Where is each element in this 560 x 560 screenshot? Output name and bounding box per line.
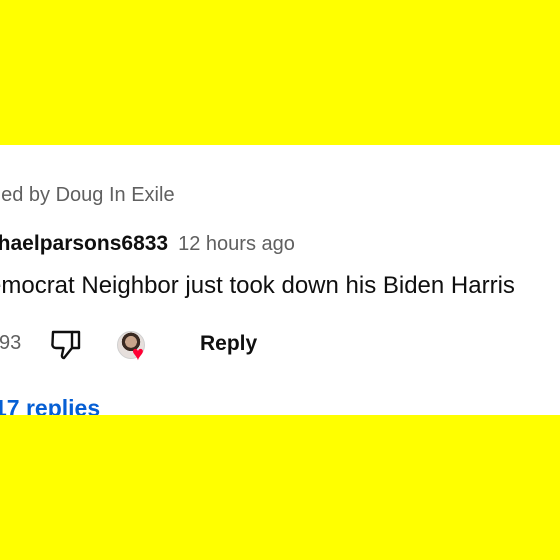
comment-card: ned by Doug In Exile chaelparsons6833 12… [0, 145, 560, 415]
comment-username[interactable]: chaelparsons6833 [0, 232, 168, 256]
creator-heart-badge: ♥ [117, 331, 157, 367]
page: ned by Doug In Exile chaelparsons6833 12… [0, 0, 560, 560]
pinned-by-label: ned by Doug In Exile [0, 184, 175, 206]
thumbs-down-icon [51, 330, 81, 360]
like-count: 93 [0, 332, 22, 354]
reply-button[interactable]: Reply [200, 332, 257, 356]
yellow-bottom-band [0, 415, 560, 560]
dislike-button[interactable] [48, 326, 84, 362]
comment-text: emocrat Neighbor just took down his Bide… [0, 272, 515, 299]
comment-timestamp[interactable]: 12 hours ago [178, 233, 295, 256]
view-replies-button[interactable]: 17 replies [0, 395, 100, 415]
comment-header: chaelparsons6833 12 hours ago [0, 232, 295, 256]
yellow-top-band [0, 0, 560, 145]
heart-icon: ♥ [132, 343, 144, 365]
